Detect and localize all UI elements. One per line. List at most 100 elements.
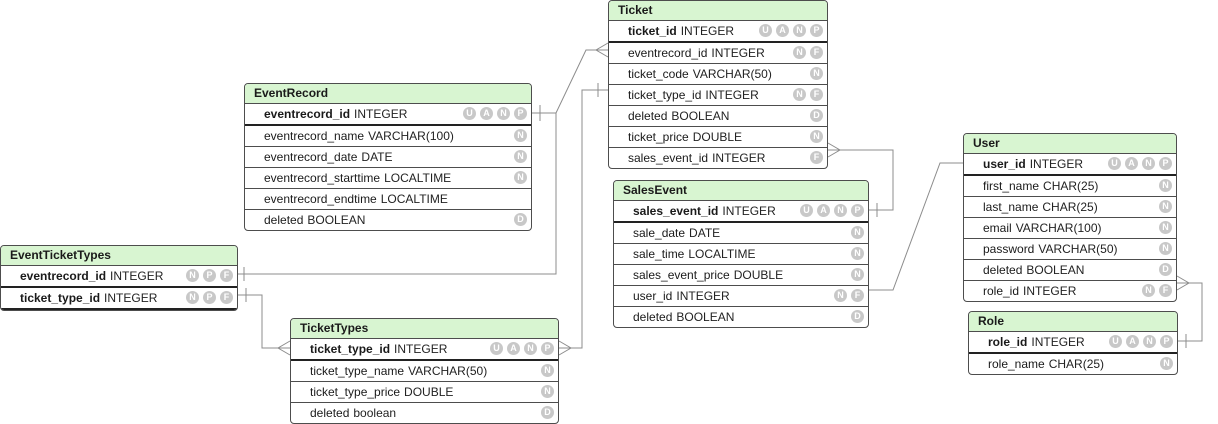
table-title: Ticket — [609, 1, 827, 21]
column-row[interactable]: sales_event_price DOUBLE N — [614, 265, 868, 286]
column-row[interactable]: role_name CHAR(25) N — [969, 354, 1177, 374]
column-row[interactable]: password VARCHAR(50) N — [964, 239, 1176, 260]
constraint-badge: N — [1142, 284, 1155, 297]
column-row[interactable]: eventrecord_endtime LOCALTIME — [245, 189, 531, 210]
column-name: user_id — [983, 157, 1026, 171]
column-name: deleted — [633, 310, 673, 324]
column-row[interactable]: role_id INTEGER U A N P — [969, 332, 1177, 354]
crowfoot-ticket-salesevent — [827, 142, 841, 158]
table-user[interactable]: User user_id INTEGER U A N Pfirst_name CHAR(25)… — [963, 133, 1177, 302]
column-row[interactable]: ticket_type_price DOUBLE N — [291, 382, 558, 403]
table-ticket[interactable]: Ticket ticket_id INTEGER U A N Peventrecord_id… — [608, 0, 828, 169]
column-type: INTEGER — [711, 46, 765, 60]
constraint-badge: F — [810, 46, 823, 59]
column-row[interactable]: ticket_type_id INTEGER N P F — [1, 288, 237, 310]
column-row[interactable]: ticket_code VARCHAR(50) N — [609, 64, 827, 85]
constraint-badges: UANP — [759, 24, 823, 37]
constraint-badges: NPF — [186, 269, 233, 282]
column-row[interactable]: deleted boolean D — [291, 403, 558, 423]
constraint-badges: N — [541, 364, 554, 377]
column-row[interactable]: ticket_id INTEGER U A N P — [609, 21, 827, 43]
column-name: eventrecord_endtime — [264, 192, 377, 206]
edge-user-role — [1177, 282, 1203, 342]
column-row[interactable]: ticket_type_id INTEGER U A N P — [291, 339, 558, 361]
column-type: DOUBLE — [404, 385, 454, 399]
column-row[interactable]: deleted BOOLEAN D — [614, 307, 868, 327]
edge-eventrecord-ticket — [532, 49, 608, 114]
constraint-badges: UANP — [1109, 335, 1173, 348]
column-type: BOOLEAN — [676, 310, 735, 324]
constraint-badges: N — [514, 150, 527, 163]
constraint-badge: A — [1126, 335, 1139, 348]
column-type: BOOLEAN — [307, 213, 366, 227]
column-type: VARCHAR(50) — [1038, 242, 1118, 256]
column-name: deleted — [628, 109, 668, 123]
constraint-badge: D — [541, 406, 554, 419]
column-name: eventrecord_id — [628, 46, 708, 60]
column-row[interactable]: sales_event_id INTEGER U A N P — [614, 201, 868, 223]
constraint-badges: N — [1160, 357, 1173, 370]
column-name: email — [983, 221, 1012, 235]
column-type: INTEGER — [104, 291, 158, 305]
column-row[interactable]: deleted BOOLEAN D — [609, 106, 827, 127]
column-row[interactable]: eventrecord_starttime LOCALTIME N — [245, 168, 531, 189]
column-type: INTEGER — [1029, 157, 1084, 171]
table-eventtickettypes[interactable]: EventTicketTypes eventrecord_id INTEGER N P F… — [0, 245, 238, 311]
constraint-badges: N — [851, 226, 864, 239]
constraint-badges: N — [514, 171, 527, 184]
constraint-badge: N — [851, 247, 864, 260]
constraint-badge: U — [800, 204, 813, 217]
column-row[interactable]: ticket_price DOUBLE N — [609, 127, 827, 148]
column-name: sale_date — [633, 226, 686, 240]
column-row[interactable]: sale_date DATE N — [614, 223, 868, 244]
column-name: password — [983, 242, 1035, 256]
constraint-badge: N — [1159, 200, 1172, 213]
edge-eventtickettypes-tickettypes — [238, 294, 290, 349]
constraint-badges: D — [514, 213, 527, 226]
column-row[interactable]: email VARCHAR(100) N — [964, 218, 1176, 239]
column-row[interactable]: eventrecord_id INTEGER N F — [609, 43, 827, 64]
column-type: VARCHAR(100) — [1015, 221, 1102, 235]
constraint-badges: N — [810, 130, 823, 143]
column-type: INTEGER — [1023, 284, 1077, 298]
constraint-badges: UANP — [800, 204, 864, 217]
column-row[interactable]: ticket_type_name VARCHAR(50) N — [291, 361, 558, 382]
constraint-badge: N — [524, 342, 537, 355]
column-row[interactable]: eventrecord_id INTEGER U A N P — [245, 104, 531, 126]
column-row[interactable]: user_id INTEGER N F — [614, 286, 868, 307]
column-row[interactable]: ticket_type_id INTEGER N F — [609, 85, 827, 106]
constraint-badge: P — [203, 269, 216, 282]
constraint-badges: N — [851, 247, 864, 260]
edge-tickettypes-ticket — [559, 89, 608, 349]
column-row[interactable]: eventrecord_name VARCHAR(100) N — [245, 126, 531, 147]
column-row[interactable]: eventrecord_id INTEGER N P F — [1, 266, 237, 288]
column-row[interactable]: eventrecord_date DATE N — [245, 147, 531, 168]
column-row[interactable]: first_name CHAR(25) N — [964, 176, 1176, 197]
column-row[interactable]: sale_time LOCALTIME N — [614, 244, 868, 265]
table-salesevent[interactable]: SalesEvent sales_event_id INTEGER U A N P sale_… — [613, 180, 869, 328]
table-title: SalesEvent — [614, 181, 868, 201]
column-row[interactable]: user_id INTEGER U A N P — [964, 154, 1176, 176]
constraint-badge: N — [793, 46, 806, 59]
column-row[interactable]: last_name CHAR(25) N — [964, 197, 1176, 218]
column-type: INTEGER — [722, 204, 776, 218]
column-row[interactable]: sales_event_id INTEGER F — [609, 148, 827, 168]
edge-salesevent-user — [869, 162, 963, 291]
column-type: INTEGER — [110, 269, 164, 283]
table-eventrecord[interactable]: EventRecord eventrecord_id INTEGER U A N Peven… — [244, 83, 532, 231]
column-row[interactable]: deleted BOOLEAN D — [245, 210, 531, 230]
table-title: EventRecord — [245, 84, 531, 104]
column-name: eventrecord_id — [264, 107, 351, 121]
column-name: sales_event_id — [633, 204, 719, 218]
constraint-badge: N — [1159, 179, 1172, 192]
constraint-badge: N — [514, 129, 527, 142]
column-type: DOUBLE — [733, 268, 784, 282]
column-row[interactable]: deleted BOOLEAN D — [964, 260, 1176, 281]
column-name: first_name — [983, 179, 1040, 193]
column-name: eventrecord_id — [20, 269, 107, 283]
table-role[interactable]: Role role_id INTEGER U A N Prole_name CHAR(25) N — [968, 311, 1178, 375]
table-tickettypes[interactable]: TicketTypes ticket_type_id INTEGER U A N Ptick… — [290, 318, 559, 424]
constraint-badges: D — [1159, 263, 1172, 276]
column-row[interactable]: role_id INTEGER N F — [964, 281, 1176, 301]
constraint-badges: N — [514, 129, 527, 142]
